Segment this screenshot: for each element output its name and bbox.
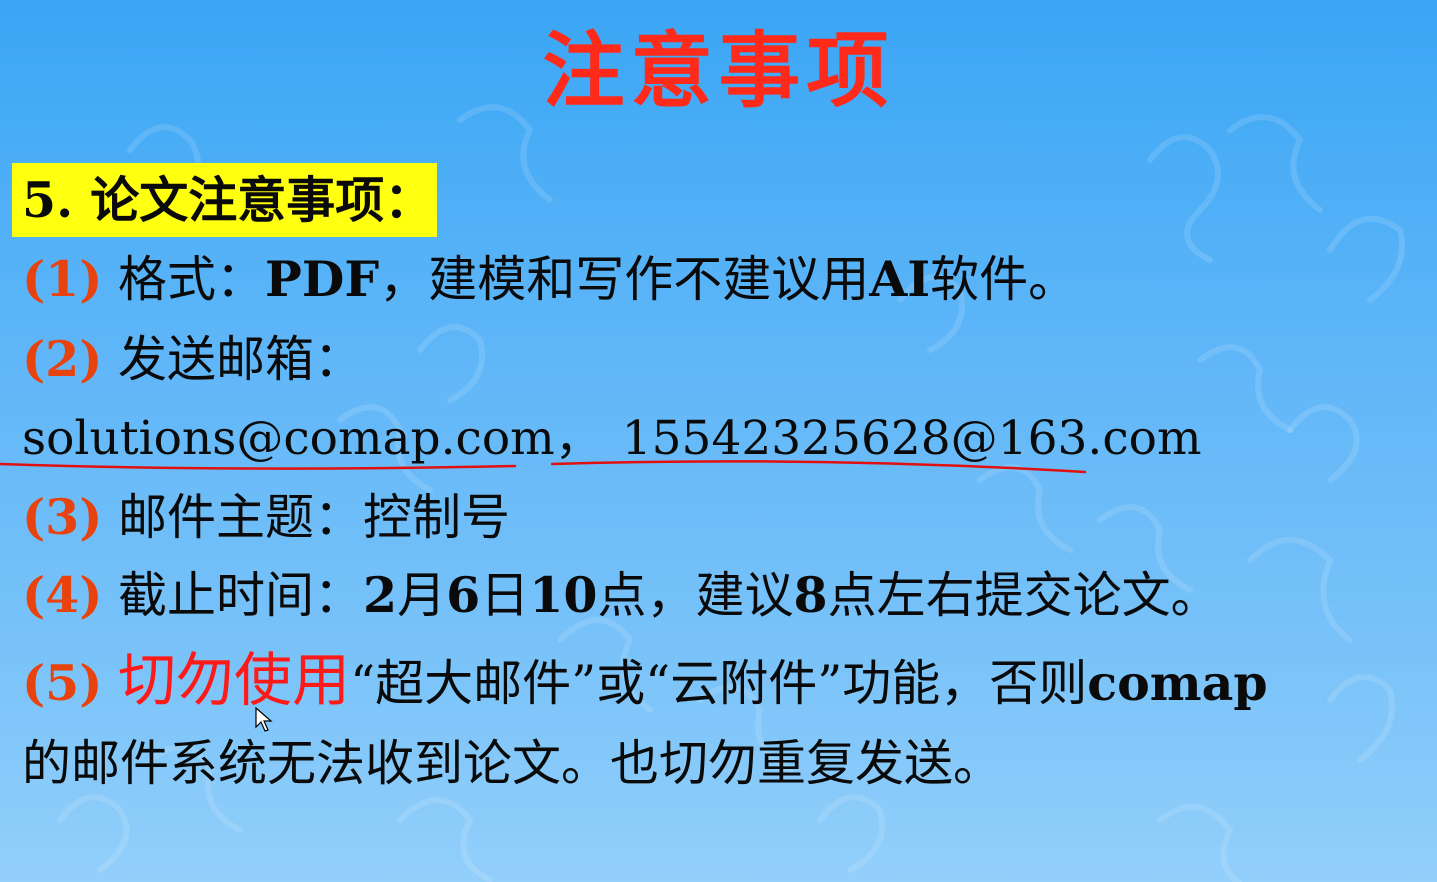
item-1-format: PDF: [265, 250, 380, 308]
item-4-hour: 10: [529, 566, 598, 624]
item-3: (3) 邮件主题：控制号: [22, 485, 510, 550]
item-1-text: ，建模和写作不建议用: [379, 251, 870, 308]
item-4-month-unit: 月: [397, 567, 447, 624]
item-5: (5) 切勿使用“超大邮件”或“云附件”功能，否则comap: [22, 648, 1268, 716]
item-2-number: (2): [22, 330, 103, 388]
item-1-label: 格式：: [102, 251, 266, 308]
item-5-continuation: 的邮件系统无法收到论文。也切勿重复发送。: [22, 735, 1003, 792]
item-4-day-unit: 日: [480, 567, 530, 624]
mouse-cursor-icon: [255, 707, 273, 732]
item-5-text: “超大邮件”或“云附件”功能，否则: [350, 655, 1088, 712]
item-4-day: 6: [446, 566, 481, 624]
item-5-number: (5): [22, 654, 103, 712]
item-2: (2) 发送邮箱：: [22, 327, 363, 392]
item-4-tail: 点左右提交论文。: [827, 567, 1220, 624]
item-1-number: (1): [22, 250, 103, 308]
item-4-number: (4): [22, 566, 103, 624]
item-4-hour-text: 点，建议: [597, 567, 794, 624]
email-underlines: [0, 460, 1087, 474]
item-3-text: 邮件主题：控制号: [102, 489, 511, 546]
item-2-text: 发送邮箱：: [102, 331, 364, 388]
item-5-warning: 切勿使用: [118, 646, 351, 714]
item-4-month: 2: [363, 566, 398, 624]
item-1-ai: AI: [869, 250, 931, 308]
slide: 注意事项 5. 论文注意事项： (1) 格式：PDF，建模和写作不建议用AI软件…: [0, 0, 1437, 882]
item-4: (4) 截止时间：2月6日10点，建议8点左右提交论文。: [22, 563, 1220, 628]
item-4-label: 截止时间：: [102, 567, 364, 624]
item-3-number: (3): [22, 488, 103, 546]
section-heading: 5. 论文注意事项：: [22, 171, 434, 229]
slide-title: 注意事项: [542, 24, 895, 119]
item-5-comap: comap: [1087, 654, 1268, 712]
item-1: (1) 格式：PDF，建模和写作不建议用AI软件。: [22, 247, 1077, 312]
item-1-tail: 软件。: [930, 251, 1078, 308]
item-4-suggest-hour: 8: [793, 566, 828, 624]
